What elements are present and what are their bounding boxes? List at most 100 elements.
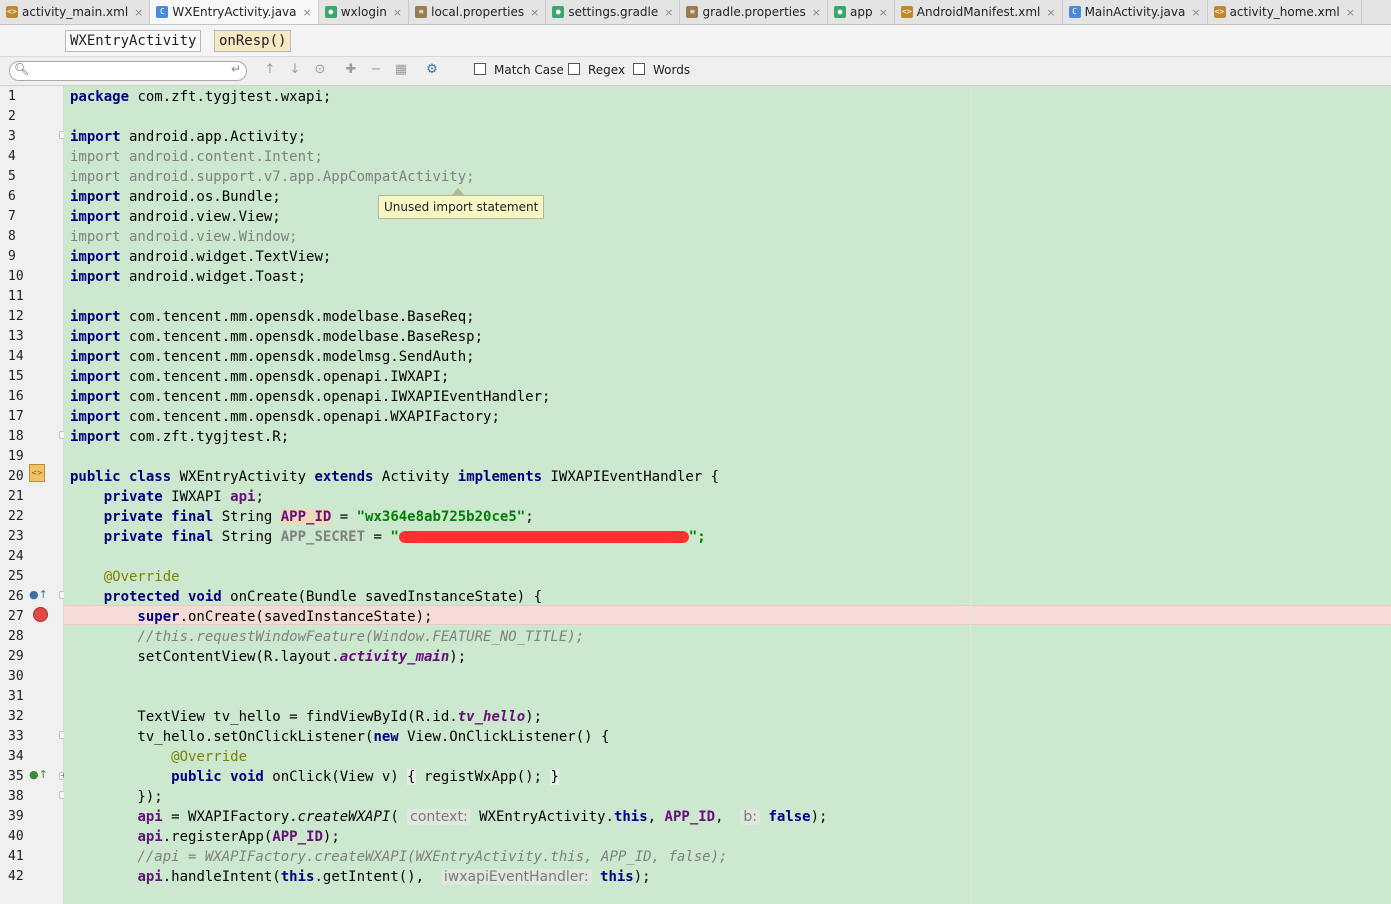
breakpoint-icon[interactable] <box>33 607 48 622</box>
line-number[interactable]: 2 <box>8 107 38 127</box>
line-number[interactable]: 24 <box>8 547 38 567</box>
code-line-6[interactable]: import android.os.Bundle; <box>70 187 281 207</box>
code-line-13[interactable]: import com.tencent.mm.opensdk.modelbase.… <box>70 327 483 347</box>
close-tab-icon[interactable]: × <box>303 6 312 19</box>
regex-checkbox[interactable] <box>568 63 580 75</box>
line-number[interactable]: 34 <box>8 747 38 767</box>
code-line-16[interactable]: import com.tencent.mm.opensdk.openapi.IW… <box>70 387 550 407</box>
code-line-39[interactable]: api = WXAPIFactory.createWXAPI( context:… <box>70 807 827 827</box>
code-line-35[interactable]: public void onClick(View v) { registWxAp… <box>70 767 559 787</box>
code-line-40[interactable]: api.registerApp(APP_ID); <box>70 827 339 847</box>
search-field[interactable]: 🔍︎ ↵ <box>9 61 247 81</box>
close-tab-icon[interactable]: × <box>664 6 673 19</box>
line-number[interactable]: 9 <box>8 247 38 267</box>
android-activity-gutter-icon[interactable]: <> <box>29 464 45 482</box>
implements-method-icon[interactable]: ●↑ <box>29 768 48 781</box>
code-line-10[interactable]: import android.widget.Toast; <box>70 267 306 287</box>
editor-tab[interactable]: <> activity_home.xml × <box>1208 0 1362 24</box>
line-number[interactable]: 30 <box>8 667 38 687</box>
code-line-17[interactable]: import com.tencent.mm.opensdk.openapi.WX… <box>70 407 500 427</box>
code-line-14[interactable]: import com.tencent.mm.opensdk.modelmsg.S… <box>70 347 475 367</box>
line-number[interactable]: 10 <box>8 267 38 287</box>
line-number[interactable]: 25 <box>8 567 38 587</box>
line-number[interactable]: 11 <box>8 287 38 307</box>
line-number-gutter[interactable]: 1 2 3 4 5 6 7 8 9 10 11 12 13 14 15 16 17 18 19 20 21 22 23 24 2… <box>0 86 67 904</box>
add-occurrence-icon[interactable]: ✚ <box>343 62 359 78</box>
code-line-12[interactable]: import com.tencent.mm.opensdk.modelbase.… <box>70 307 475 327</box>
line-number[interactable]: 29 <box>8 647 38 667</box>
close-tab-icon[interactable]: × <box>879 6 888 19</box>
close-tab-icon[interactable]: × <box>1046 6 1055 19</box>
editor-tab[interactable]: C WXEntryActivity.java × <box>150 0 319 24</box>
code-line-41[interactable]: //api = WXAPIFactory.createWXAPI(WXEntry… <box>70 847 727 867</box>
next-occurrence-icon[interactable]: ↓ <box>287 62 303 78</box>
line-number[interactable]: 38 <box>8 787 38 807</box>
code-line-26[interactable]: protected void onCreate(Bundle savedInst… <box>70 587 542 607</box>
search-input[interactable] <box>32 63 226 79</box>
code-editor[interactable]: package com.zft.tygjtest.wxapi; import a… <box>64 86 1391 904</box>
override-method-icon[interactable]: ●↑ <box>29 588 48 601</box>
close-tab-icon[interactable]: × <box>134 6 143 19</box>
close-tab-icon[interactable]: × <box>1191 6 1200 19</box>
code-line-18[interactable]: import com.zft.tygjtest.R; <box>70 427 289 447</box>
code-line-3[interactable]: import android.app.Activity; <box>70 127 306 147</box>
breadcrumb-class[interactable]: WXEntryActivity <box>65 30 202 52</box>
line-number[interactable]: 7 <box>8 207 38 227</box>
close-tab-icon[interactable]: × <box>1346 6 1355 19</box>
code-line-8[interactable]: import android.view.Window; <box>70 227 298 247</box>
editor-tab[interactable]: C MainActivity.java × <box>1063 0 1208 24</box>
words-checkbox[interactable] <box>633 63 645 75</box>
previous-occurrence-icon[interactable]: ↑ <box>262 62 278 78</box>
match-case-checkbox[interactable] <box>474 63 486 75</box>
close-tab-icon[interactable]: × <box>812 6 821 19</box>
line-number[interactable]: 17 <box>8 407 38 427</box>
line-number[interactable]: 13 <box>8 327 38 347</box>
line-number[interactable]: 31 <box>8 687 38 707</box>
line-number[interactable]: 12 <box>8 307 38 327</box>
find-all-icon[interactable]: ⊙ <box>312 62 328 78</box>
code-line-34[interactable]: @Override <box>70 747 247 767</box>
code-line-38[interactable]: }); <box>70 787 162 807</box>
close-tab-icon[interactable]: × <box>530 6 539 19</box>
line-number[interactable]: 22 <box>8 507 38 527</box>
line-number[interactable]: 21 <box>8 487 38 507</box>
line-number[interactable]: 42 <box>8 867 38 887</box>
line-number[interactable]: 32 <box>8 707 38 727</box>
editor-tab[interactable]: <> activity_main.xml × <box>0 0 151 24</box>
code-line-4[interactable]: import android.content.Intent; <box>70 147 323 167</box>
line-number[interactable]: 16 <box>8 387 38 407</box>
line-number[interactable]: 41 <box>8 847 38 867</box>
line-number[interactable]: 28 <box>8 627 38 647</box>
select-all-occurrences-icon[interactable]: ▦ <box>393 62 409 78</box>
line-number[interactable]: 39 <box>8 807 38 827</box>
code-line-9[interactable]: import android.widget.TextView; <box>70 247 331 267</box>
code-line-23[interactable]: private final String APP_SECRET = " "; <box>70 527 706 547</box>
editor-tab[interactable]: ≡ local.properties × <box>409 0 547 24</box>
line-number[interactable]: 3 <box>8 127 38 147</box>
line-number[interactable]: 15 <box>8 367 38 387</box>
line-number[interactable]: 5 <box>8 167 38 187</box>
code-line-5[interactable]: import android.support.v7.app.AppCompatA… <box>70 167 475 187</box>
line-number[interactable]: 18 <box>8 427 38 447</box>
enter-icon[interactable]: ↵ <box>231 62 241 76</box>
code-line-21[interactable]: private IWXAPI api; <box>70 487 264 507</box>
editor-tab[interactable]: ● app × <box>828 0 895 24</box>
editor-tab[interactable]: ≡ gradle.properties × <box>680 0 828 24</box>
line-number[interactable]: 6 <box>8 187 38 207</box>
code-line-1[interactable]: package com.zft.tygjtest.wxapi; <box>70 87 331 107</box>
line-number[interactable]: 23 <box>8 527 38 547</box>
code-line-20[interactable]: public class WXEntryActivity extends Act… <box>70 467 719 487</box>
code-line-22[interactable]: private final String APP_ID = "wx364e8ab… <box>70 507 534 527</box>
editor-tab[interactable]: ● wxlogin × <box>319 0 410 24</box>
code-line-28[interactable]: //this.requestWindowFeature(Window.FEATU… <box>70 627 584 647</box>
close-tab-icon[interactable]: × <box>393 6 402 19</box>
code-line-25[interactable]: @Override <box>70 567 180 587</box>
breadcrumb-method[interactable]: onResp() <box>214 30 292 52</box>
code-line-33[interactable]: tv_hello.setOnClickListener(new View.OnC… <box>70 727 609 747</box>
line-number[interactable]: 33 <box>8 727 38 747</box>
line-number[interactable]: 40 <box>8 827 38 847</box>
line-number[interactable]: 8 <box>8 227 38 247</box>
line-number[interactable]: 1 <box>8 87 38 107</box>
code-line-7[interactable]: import android.view.View; <box>70 207 281 227</box>
code-line-27[interactable]: super.onCreate(savedInstanceState); <box>70 607 432 627</box>
